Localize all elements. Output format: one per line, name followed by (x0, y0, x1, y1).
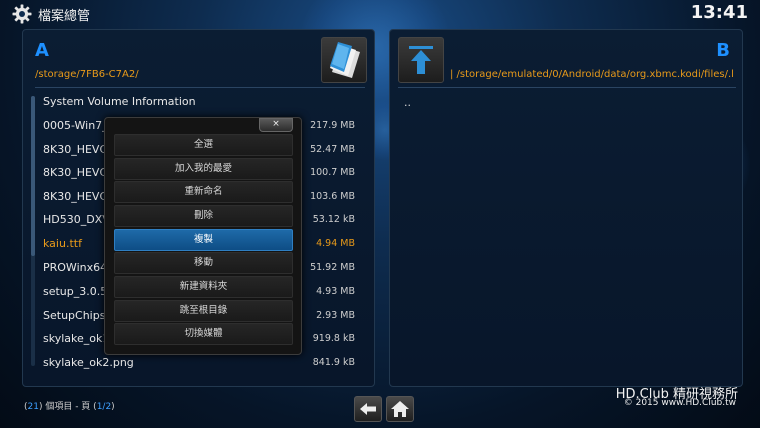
clock: 13:41 (690, 2, 748, 23)
file-name: HD530_DXV (43, 213, 110, 226)
file-size: 4.94 MB (316, 238, 355, 249)
file-name: 8K30_HEVC (43, 190, 108, 203)
file-size: 100.7 MB (310, 167, 355, 178)
menu-item-switch-media[interactable]: 切換媒體 (114, 323, 293, 345)
file-size: 841.9 kB (312, 357, 355, 368)
menu-item-select-all[interactable]: 全選 (114, 134, 293, 156)
arrow-left-icon (360, 403, 376, 415)
file-size: 51.92 MB (310, 262, 355, 273)
file-name: 8K30_HEVC (43, 143, 108, 156)
file-size: 217.9 MB (310, 120, 355, 131)
file-pane-b[interactable]: B | /storage/emulated/0/Android/data/org… (389, 29, 743, 387)
item-count: (21) 個項目 - 頁 (1/2) (24, 402, 115, 412)
file-name: System Volume Information (43, 95, 196, 108)
pane-a-letter: A (35, 40, 49, 61)
menu-item-go-root[interactable]: 跳至根目錄 (114, 300, 293, 322)
close-button[interactable]: × (259, 118, 293, 132)
file-size: 919.8 kB (312, 333, 355, 344)
menu-item-copy[interactable]: 複製 (114, 229, 293, 251)
file-name: 0005-Win7_ (43, 119, 108, 132)
gear-icon (12, 4, 32, 24)
file-size: 53.12 kB (312, 214, 355, 225)
menu-item-delete[interactable]: 刪除 (114, 205, 293, 227)
back-button[interactable] (354, 396, 382, 422)
file-name: kaiu.ttf (43, 237, 82, 250)
documents-icon (330, 42, 360, 78)
file-size: 2.93 MB (316, 310, 355, 321)
file-name: PROWinx64 (43, 261, 108, 274)
top-bar: 檔案總管 13:41 (0, 0, 760, 26)
file-name: 8K30_HEVC (43, 166, 108, 179)
file-name: SetupChipse (43, 309, 113, 322)
pane-b-letter: B (716, 40, 730, 61)
parent-folder-thumbnail (398, 37, 444, 83)
file-name: setup_3.0.5 (43, 285, 108, 298)
scrollbar[interactable] (31, 96, 35, 366)
file-size: 103.6 MB (310, 191, 355, 202)
menu-item-new-folder[interactable]: 新建資料夾 (114, 276, 293, 298)
separator (35, 87, 365, 88)
app-title: 檔案總管 (38, 9, 91, 24)
watermark-copyright: © 2015 www.HD.Club.tw (623, 398, 736, 408)
context-menu: × 全選 加入我的最愛 重新命名 刪除 複製 移動 新建資料夾 跳至根目錄 切換… (104, 117, 302, 355)
menu-item-rename[interactable]: 重新命名 (114, 181, 293, 203)
list-item[interactable]: System Volume Information (43, 90, 367, 114)
menu-item-move[interactable]: 移動 (114, 252, 293, 274)
home-icon (391, 401, 409, 417)
file-size: 4.93 MB (316, 286, 355, 297)
upload-arrow-icon (409, 46, 433, 74)
home-button[interactable] (386, 396, 414, 422)
parent-directory-item[interactable]: .. (404, 96, 411, 109)
file-name: skylake_ok1 (43, 332, 110, 345)
storage-thumbnail (321, 37, 367, 83)
pane-a-path: /storage/7FB6-C7A2/ (35, 69, 139, 80)
pane-b-path: | /storage/emulated/0/Android/data/org.x… (450, 69, 734, 80)
menu-item-add-favorite[interactable]: 加入我的最愛 (114, 158, 293, 180)
separator (398, 87, 736, 88)
file-size: 52.47 MB (310, 144, 355, 155)
scrollbar-thumb[interactable] (31, 96, 35, 256)
